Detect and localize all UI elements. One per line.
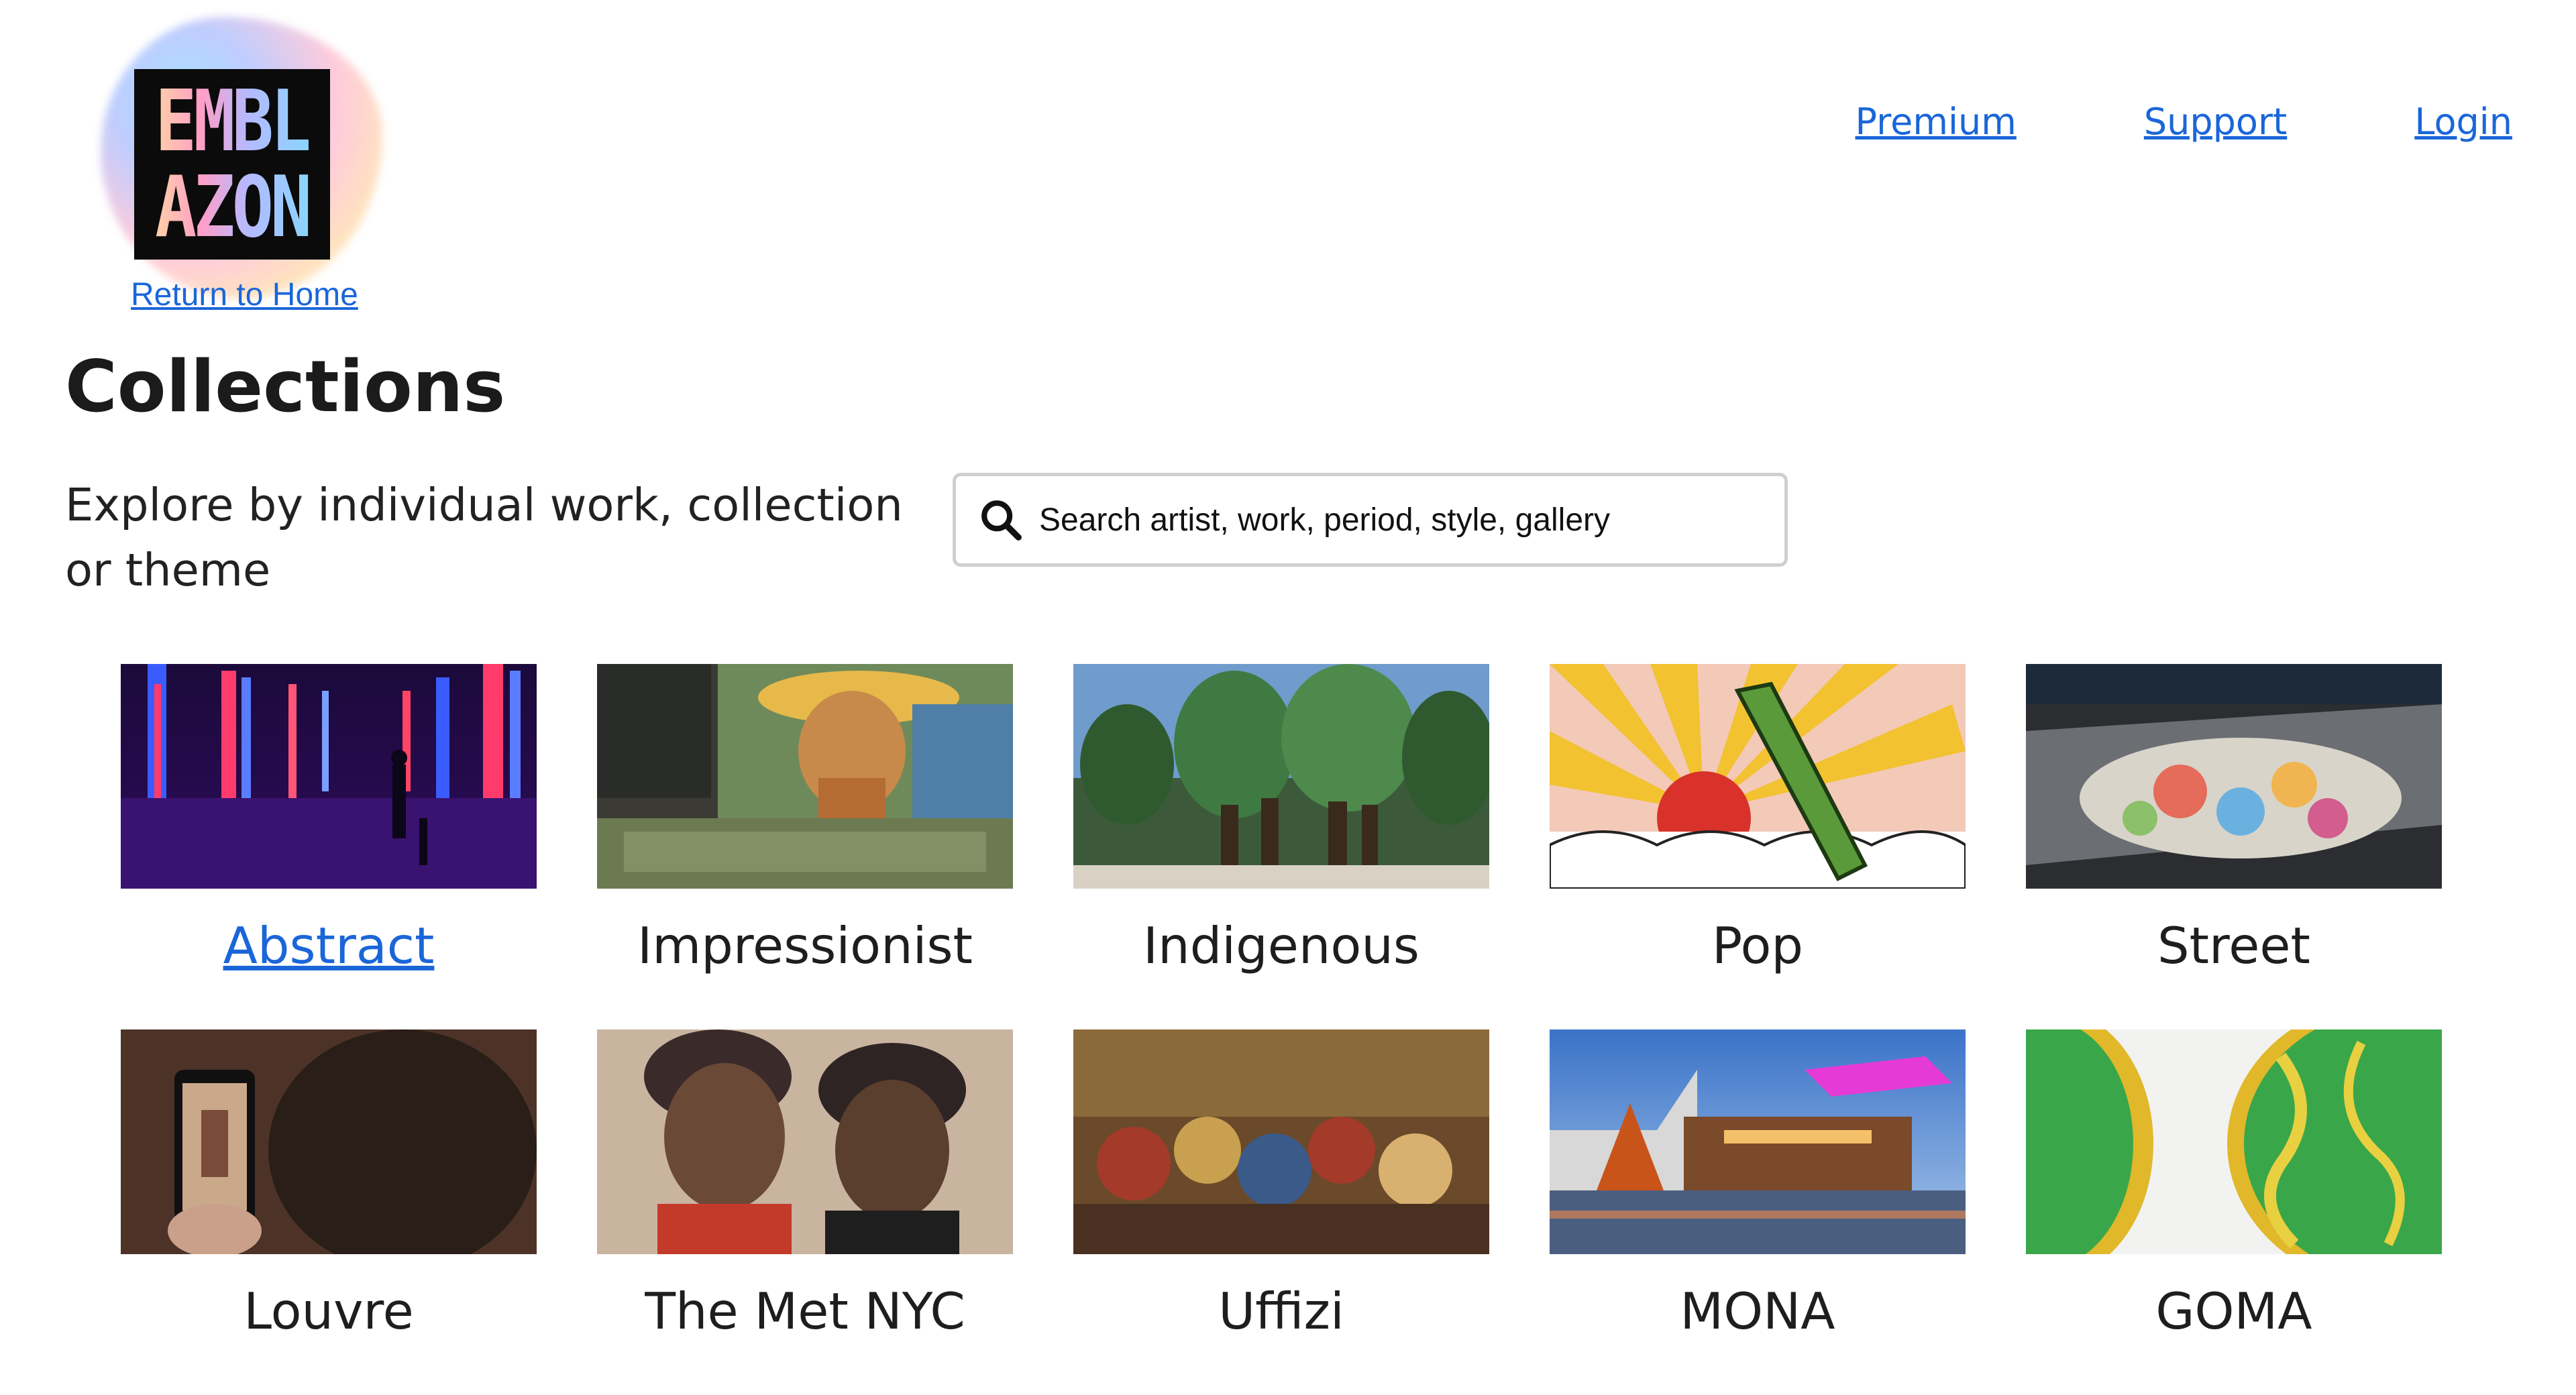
thumbnail-the-met-nyc bbox=[597, 1029, 1013, 1254]
collection-label-pop[interactable]: Pop bbox=[1712, 915, 1803, 976]
collection-label-goma[interactable]: GOMA bbox=[2155, 1281, 2312, 1341]
collection-label-louvre[interactable]: Louvre bbox=[244, 1281, 414, 1341]
top-nav: Premium Support Login bbox=[1856, 101, 2512, 143]
collection-card-the-met-nyc[interactable]: The Met NYC bbox=[597, 1029, 1013, 1341]
thumbnail-street bbox=[2026, 664, 2442, 889]
collection-card-pop[interactable]: Pop bbox=[1550, 664, 1966, 976]
page-subtitle: Explore by individual work, collection o… bbox=[65, 479, 903, 596]
thumbnail-louvre bbox=[121, 1029, 537, 1254]
collection-card-abstract[interactable]: Abstract bbox=[121, 664, 537, 976]
logo[interactable]: EMBL AZON bbox=[101, 17, 382, 298]
collection-card-louvre[interactable]: Louvre bbox=[121, 1029, 537, 1341]
collection-card-indigenous[interactable]: Indigenous bbox=[1073, 664, 1489, 976]
collections-grid: Abstract Impressionist Indigenous Pop St… bbox=[121, 664, 2442, 1341]
nav-support-link[interactable]: Support bbox=[2144, 101, 2287, 143]
nav-login-link[interactable]: Login bbox=[2414, 101, 2512, 143]
logo-box: EMBL AZON bbox=[134, 69, 330, 260]
thumbnail-abstract bbox=[121, 664, 537, 889]
collection-card-mona[interactable]: MONA bbox=[1550, 1029, 1966, 1341]
collection-label-indigenous[interactable]: Indigenous bbox=[1143, 915, 1419, 976]
collection-label-the-met-nyc[interactable]: The Met NYC bbox=[645, 1281, 965, 1341]
thumbnail-goma bbox=[2026, 1029, 2442, 1254]
collection-label-uffizi[interactable]: Uffizi bbox=[1218, 1281, 1344, 1341]
search-box[interactable] bbox=[953, 473, 1788, 567]
return-home-link[interactable]: Return to Home bbox=[131, 276, 358, 313]
logo-text-line-2: AZON bbox=[155, 158, 312, 256]
collection-label-abstract[interactable]: Abstract bbox=[223, 915, 435, 976]
collection-card-goma[interactable]: GOMA bbox=[2026, 1029, 2442, 1341]
collection-label-impressionist[interactable]: Impressionist bbox=[637, 915, 973, 976]
page-title: Collections bbox=[65, 345, 506, 428]
thumbnail-mona bbox=[1550, 1029, 1966, 1254]
thumbnail-indigenous bbox=[1073, 664, 1489, 889]
thumbnail-uffizi bbox=[1073, 1029, 1489, 1254]
collection-card-impressionist[interactable]: Impressionist bbox=[597, 664, 1013, 976]
nav-premium-link[interactable]: Premium bbox=[1856, 101, 2017, 143]
thumbnail-pop bbox=[1550, 664, 1966, 889]
search-icon bbox=[981, 500, 1022, 541]
collection-label-street[interactable]: Street bbox=[2157, 915, 2310, 976]
search-input[interactable] bbox=[1038, 500, 1745, 539]
collection-card-uffizi[interactable]: Uffizi bbox=[1073, 1029, 1489, 1341]
collection-card-street[interactable]: Street bbox=[2026, 664, 2442, 976]
logo-text-line-1: EMBL bbox=[155, 72, 312, 170]
collection-label-mona[interactable]: MONA bbox=[1680, 1281, 1835, 1341]
thumbnail-impressionist bbox=[597, 664, 1013, 889]
